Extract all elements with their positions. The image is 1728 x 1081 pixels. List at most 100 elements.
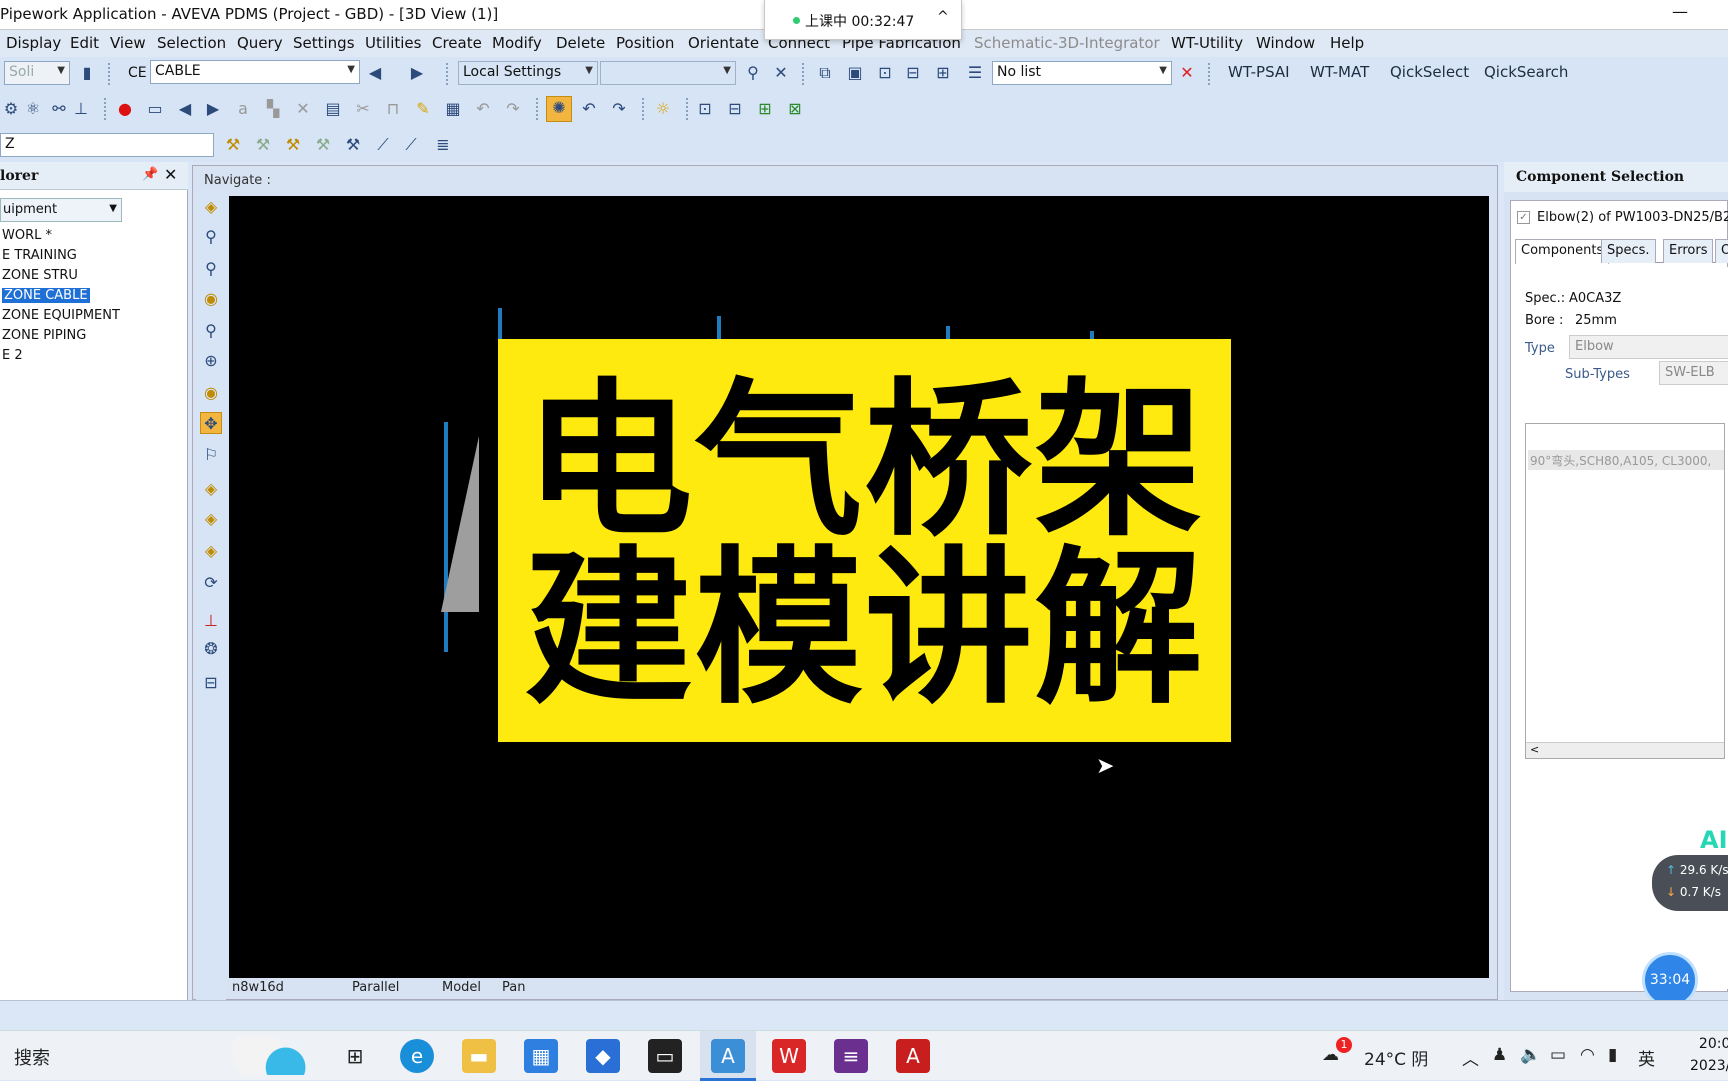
list-item[interactable]: 90°弯头,SCH80,A105, CL3000,	[1528, 450, 1724, 470]
chevron-up-icon[interactable]: ^	[937, 9, 949, 25]
horizontal-scrollbar[interactable]: <	[1526, 742, 1724, 758]
view-tool-icon[interactable]: ◈	[200, 540, 222, 562]
monitor-icon[interactable]: ▭	[144, 98, 166, 120]
abc-icon[interactable]: a	[232, 98, 254, 120]
view-tool-icon[interactable]: ◈	[200, 478, 222, 500]
tab-errors[interactable]: Errors	[1663, 239, 1714, 263]
window-icon[interactable]: ⊟	[200, 672, 222, 694]
window-icon[interactable]: ⊡	[874, 62, 896, 84]
menu-edit[interactable]: Edit	[70, 34, 99, 52]
solid-combo[interactable]: Soli ▼	[4, 61, 70, 85]
copy-icon[interactable]: ⧉	[814, 62, 836, 84]
redo-icon[interactable]: ↷	[608, 98, 630, 120]
edge-browser-icon[interactable]: e	[400, 1039, 434, 1073]
tree-item-zone-cable[interactable]: ZONE CABLE	[0, 288, 120, 308]
local-settings-combo[interactable]: Local Settings ▼	[458, 61, 598, 85]
app-icon[interactable]: ◆	[586, 1039, 620, 1073]
tab-other[interactable]: O	[1715, 239, 1728, 263]
store-icon[interactable]: ▦	[524, 1039, 558, 1073]
tree-item-zone-equipment[interactable]: ZONE EQUIPMENT	[0, 308, 120, 328]
view-tool-icon[interactable]: ◈	[200, 196, 222, 218]
tab-components[interactable]: Components	[1515, 239, 1610, 264]
next-icon[interactable]: ▶	[202, 98, 224, 120]
list-combo[interactable]: No list ▼	[992, 61, 1172, 85]
ce-combo[interactable]: CABLE ▼	[150, 60, 360, 84]
pipe-tool-icon[interactable]: ⚒	[252, 134, 274, 156]
menu-modify[interactable]: Modify	[492, 34, 542, 52]
qq-icon[interactable]: ♟	[1492, 1045, 1507, 1065]
terminal-icon[interactable]: ▭	[648, 1039, 682, 1073]
binoculars-icon[interactable]: ⚲	[742, 62, 764, 84]
view-icon[interactable]: ⊞	[754, 98, 776, 120]
secondary-combo[interactable]: ▼	[600, 61, 736, 85]
wt-psai-button[interactable]: WT-PSAI	[1228, 63, 1290, 81]
undo-icon[interactable]: ↶	[578, 98, 600, 120]
zoom-in-icon[interactable]: ⊕	[200, 350, 222, 372]
subtypes-field[interactable]: SW-ELB	[1659, 361, 1728, 385]
delete-icon[interactable]: ✕	[292, 98, 314, 120]
wifi-icon[interactable]: ◠	[1580, 1045, 1595, 1065]
clear-list-icon[interactable]: ✕	[1176, 62, 1198, 84]
settings-icon[interactable]: ☼	[652, 98, 674, 120]
file-explorer-icon[interactable]: ▬	[462, 1039, 496, 1073]
undo-icon[interactable]: ↶	[472, 98, 494, 120]
battery-icon[interactable]: ▭	[1550, 1045, 1566, 1065]
explorer-filter-select[interactable]: uipment ▼	[0, 198, 122, 222]
refresh-icon[interactable]: ⟳	[200, 572, 222, 594]
text-icon[interactable]: ⊥	[70, 98, 92, 120]
system-clock[interactable]: 20:05 2023/8	[1690, 1033, 1728, 1077]
weather-text[interactable]: 24°C 阴	[1364, 1045, 1428, 1070]
previous-icon[interactable]: ◀	[174, 98, 196, 120]
menu-help[interactable]: Help	[1330, 34, 1364, 52]
autocad-icon[interactable]: A	[896, 1039, 930, 1073]
tree-item-training[interactable]: E TRAINING	[0, 248, 120, 268]
wps-icon[interactable]: W	[772, 1039, 806, 1073]
type-field[interactable]: Elbow	[1569, 335, 1728, 359]
view-tool-icon[interactable]: ◈	[200, 508, 222, 530]
axes-icon[interactable]: ⊥	[200, 610, 222, 632]
blocks-icon[interactable]: ▚	[262, 98, 284, 120]
3d-viewport[interactable]: 电气桥架 建模讲解 ➤	[229, 196, 1489, 978]
stop-icon[interactable]: ●	[114, 98, 136, 120]
microphone-icon[interactable]: ▮	[1608, 1045, 1617, 1065]
ime-indicator[interactable]: 英	[1638, 1045, 1655, 1070]
menu-view[interactable]: View	[110, 34, 146, 52]
element-checkbox[interactable]: ✓	[1517, 211, 1530, 224]
window-icon[interactable]: ⊟	[902, 62, 924, 84]
tray-expand-icon[interactable]: ︿	[1462, 1045, 1479, 1070]
menu-orientate[interactable]: Orientate	[688, 34, 759, 52]
menu-display[interactable]: Display	[6, 34, 61, 52]
pipe-tool-icon[interactable]: ⚒	[342, 134, 364, 156]
walk-icon[interactable]: ⚐	[200, 444, 222, 466]
tree-item-zone-stru[interactable]: ZONE STRU	[0, 268, 120, 288]
back-arrow-icon[interactable]: ◀	[364, 62, 386, 84]
menu-position[interactable]: Position	[616, 34, 674, 52]
view-icon[interactable]: ⊠	[784, 98, 806, 120]
table-icon[interactable]: ▤	[322, 98, 344, 120]
list-icon[interactable]: ☰	[964, 62, 986, 84]
cut-icon[interactable]: ✂	[352, 98, 374, 120]
pan-icon[interactable]: ✥	[200, 412, 222, 434]
zoom-icon[interactable]: ⚲	[200, 258, 222, 280]
menu-schematic-3d-integrator[interactable]: Schematic-3D-Integrator	[974, 34, 1160, 52]
tree-item-e2[interactable]: E 2	[0, 348, 120, 368]
tree-item-world[interactable]: WORL *	[0, 228, 120, 248]
settings-icon[interactable]: ❂	[200, 638, 222, 660]
zoom-icon[interactable]: ⚲	[200, 320, 222, 342]
menu-delete[interactable]: Delete	[556, 34, 605, 52]
archive-icon[interactable]: ≡	[834, 1039, 868, 1073]
forward-arrow-icon[interactable]: ▶	[406, 62, 428, 84]
taskbar-search[interactable]: 搜索	[14, 1044, 50, 1070]
axis-icon[interactable]: ⚯	[48, 98, 70, 120]
pencil-icon[interactable]: ✎	[412, 98, 434, 120]
minimize-button[interactable]: —	[1672, 2, 1688, 21]
measure-icon[interactable]: ⟋	[372, 134, 394, 156]
measure-icon[interactable]: ⟋	[400, 134, 422, 156]
scroll-left-icon[interactable]: <	[1530, 743, 1539, 756]
redo-icon[interactable]: ↷	[502, 98, 524, 120]
pipe-tool-icon[interactable]: ⚒	[282, 134, 304, 156]
view-tool-icon[interactable]: ◉	[200, 288, 222, 310]
ruler-icon[interactable]: ⊓	[382, 98, 404, 120]
aveva-app-icon[interactable]: A	[711, 1039, 745, 1073]
task-view-icon[interactable]: ⊞	[338, 1039, 372, 1073]
